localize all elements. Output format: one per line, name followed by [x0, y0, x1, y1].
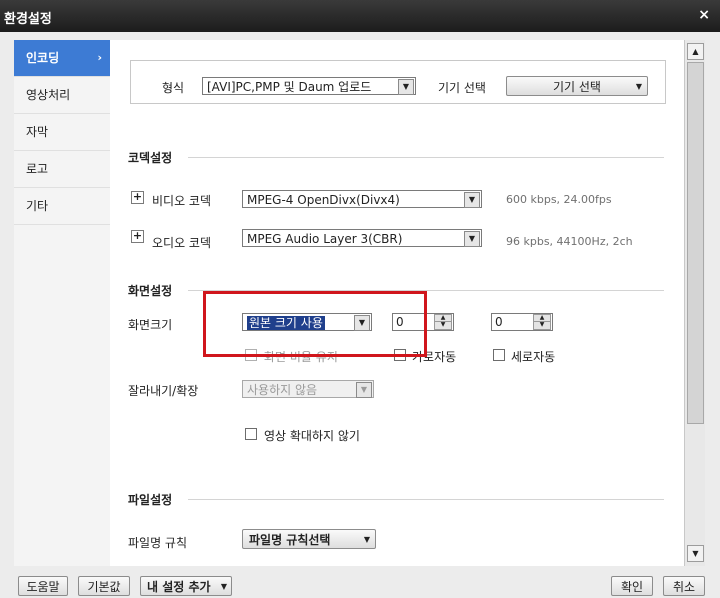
cancel-button[interactable]: 취소	[663, 576, 705, 596]
ok-button[interactable]: 확인	[611, 576, 653, 596]
sidebar-item-encoding[interactable]: 인코딩 ›	[14, 40, 110, 77]
file-rule-select-button[interactable]: 파일명 규칙선택 ▼	[242, 529, 376, 549]
help-button[interactable]: 도움말	[18, 576, 68, 596]
sidebar-item-label: 인코딩	[26, 51, 60, 65]
audio-codec-label: 오디오 코덱	[152, 236, 212, 250]
chevron-down-icon: ▼	[398, 79, 414, 95]
height-stepper[interactable]: 0 ▲ ▼	[491, 313, 553, 331]
video-codec-label: 비디오 코덱	[152, 194, 212, 208]
chevron-down-icon: ▼	[363, 535, 370, 544]
crop-value: 사용하지 않음	[247, 383, 318, 397]
crop-label: 잘라내기/확장	[128, 384, 199, 398]
scroll-down-icon[interactable]: ▼	[687, 545, 704, 562]
chevron-down-icon: ▼	[356, 382, 372, 398]
chevron-down-icon: ▼	[635, 82, 642, 91]
section-divider	[188, 157, 664, 158]
video-codec-info: 600 kbps, 24.00fps	[506, 193, 612, 206]
help-button-label: 도움말	[26, 580, 60, 594]
scroll-thumb[interactable]	[687, 62, 704, 424]
no-enlarge-label: 영상 확대하지 않기	[264, 429, 360, 443]
video-codec-value: MPEG-4 OpenDivx(Divx4)	[247, 193, 400, 207]
expand-audio-codec-icon[interactable]: +	[131, 230, 144, 243]
ok-button-label: 확인	[620, 580, 644, 594]
crop-select[interactable]: 사용하지 않음 ▼	[242, 380, 374, 398]
auto-height-label: 세로자동	[511, 350, 556, 364]
highlight-annotation	[203, 291, 427, 357]
vertical-scrollbar[interactable]: ▲ ▼	[684, 40, 705, 566]
chevron-down-icon: ▼	[464, 192, 480, 208]
format-label: 형식	[162, 81, 185, 95]
device-select-button[interactable]: 기기 선택 ▼	[506, 76, 648, 96]
default-button[interactable]: 기본값	[78, 576, 130, 596]
sidebar-item-label: 로고	[26, 162, 49, 176]
sidebar-item-label: 영상처리	[26, 88, 71, 102]
format-select-value: [AVI]PC,PMP 및 Daum 업로드	[207, 80, 372, 94]
auto-height-checkbox[interactable]	[493, 349, 505, 361]
sidebar: 인코딩 › 영상처리 자막 로고 기타	[14, 40, 111, 566]
screen-section-title: 화면설정	[128, 284, 173, 298]
codec-section-title: 코덱설정	[128, 151, 173, 165]
screen-size-label: 화면크기	[128, 318, 173, 332]
section-divider	[188, 499, 664, 500]
stepper-down-icon[interactable]: ▼	[434, 321, 452, 330]
sidebar-item-label: 자막	[26, 125, 49, 139]
audio-codec-info: 96 kpbs, 44100Hz, 2ch	[506, 235, 633, 248]
audio-codec-select[interactable]: MPEG Audio Layer 3(CBR) ▼	[242, 229, 482, 247]
add-my-settings-button[interactable]: 내 설정 추가 ▼	[140, 576, 232, 596]
cancel-button-label: 취소	[672, 580, 696, 594]
sidebar-item-video-processing[interactable]: 영상처리	[14, 77, 110, 114]
stepper-down-icon[interactable]: ▼	[533, 321, 551, 330]
file-rule-button-label: 파일명 규칙선택	[249, 533, 331, 547]
no-enlarge-checkbox[interactable]	[245, 428, 257, 440]
chevron-right-icon: ›	[97, 51, 102, 64]
chevron-down-icon: ▼	[220, 582, 227, 591]
default-button-label: 기본값	[87, 580, 121, 594]
height-value: 0	[495, 315, 503, 329]
file-rule-label: 파일명 규칙	[128, 536, 188, 550]
sidebar-item-subtitles[interactable]: 자막	[14, 114, 110, 151]
device-select-label: 기기 선택	[438, 81, 486, 95]
chevron-down-icon: ▼	[464, 231, 480, 247]
format-select[interactable]: [AVI]PC,PMP 및 Daum 업로드 ▼	[202, 77, 416, 95]
add-my-settings-label: 내 설정 추가	[147, 580, 211, 594]
sidebar-item-label: 기타	[26, 199, 49, 213]
close-icon[interactable]: ×	[698, 7, 710, 23]
audio-codec-value: MPEG Audio Layer 3(CBR)	[247, 232, 403, 246]
sidebar-item-etc[interactable]: 기타	[14, 188, 110, 225]
expand-video-codec-icon[interactable]: +	[131, 191, 144, 204]
scroll-up-icon[interactable]: ▲	[687, 43, 704, 60]
video-codec-select[interactable]: MPEG-4 OpenDivx(Divx4) ▼	[242, 190, 482, 208]
title-bar: 환경설정 ×	[0, 0, 720, 32]
sidebar-item-logo[interactable]: 로고	[14, 151, 110, 188]
device-select-button-label: 기기 선택	[553, 80, 601, 94]
file-section-title: 파일설정	[128, 493, 173, 507]
window-title: 환경설정	[4, 12, 52, 27]
